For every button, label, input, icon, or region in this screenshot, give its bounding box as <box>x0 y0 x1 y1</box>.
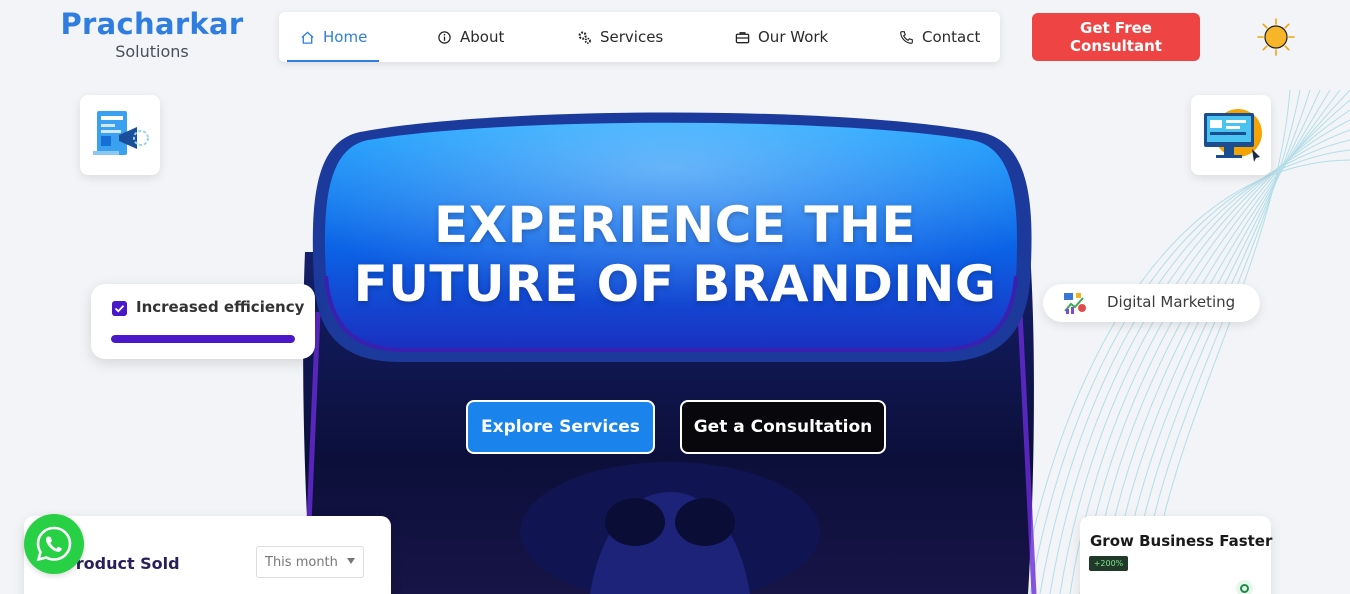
briefcase-icon <box>735 31 750 43</box>
marketing-illustration-card <box>80 95 160 175</box>
growth-badge: +200% <box>1089 556 1128 571</box>
brand-logo[interactable]: Pracharkar Solutions <box>52 6 252 62</box>
digital-marketing-label: Digital Marketing <box>1107 293 1236 311</box>
info-icon <box>438 30 451 44</box>
whatsapp-chat-button[interactable] <box>24 514 84 574</box>
nav-label-our-work: Our Work <box>758 28 829 46</box>
gears-icon <box>578 31 591 44</box>
digital-marketing-pill: Digital Marketing <box>1043 284 1260 322</box>
grow-business-card: Grow Business Faster +200% <box>1080 516 1273 594</box>
desktop-monitor-icon <box>1204 109 1262 162</box>
sun-icon[interactable] <box>1256 17 1296 57</box>
efficiency-card: Increased efficiency <box>91 284 315 359</box>
efficiency-label: Increased efficiency <box>136 298 305 316</box>
nav-label-home: Home <box>323 28 368 46</box>
phone-icon <box>900 30 913 44</box>
desktop-illustration-card <box>1191 95 1271 175</box>
web-marketing-icon <box>93 111 149 155</box>
period-select-value: This month <box>265 554 338 570</box>
chevron-down-icon <box>347 558 355 564</box>
period-select[interactable]: This month <box>256 546 364 578</box>
efficiency-progress-fill <box>111 335 295 343</box>
hero-title-line-2: FUTURE OF BRANDING <box>353 255 997 313</box>
grow-business-title: Grow Business Faster <box>1090 532 1273 550</box>
digital-marketing-icon <box>1064 293 1086 314</box>
vr-headset-image <box>303 112 1037 594</box>
home-icon <box>301 30 314 44</box>
whatsapp-icon <box>36 526 72 562</box>
efficiency-progress-bar <box>111 335 295 343</box>
get-free-consultant-button[interactable]: Get Free Consultant <box>1032 13 1200 61</box>
nav-item-our-work[interactable]: Our Work <box>735 12 828 62</box>
main-nav: Home About Services Our Work Contact <box>279 12 1000 62</box>
nav-label-services: Services <box>600 28 664 46</box>
hero-title-line-1: EXPERIENCE THE <box>434 196 916 254</box>
product-sold-title: Product Sold <box>64 554 180 573</box>
nav-item-about[interactable]: About <box>437 12 504 62</box>
brand-name: Pracharkar <box>60 7 244 41</box>
nav-label-about: About <box>460 28 505 46</box>
explore-services-button[interactable]: Explore Services <box>466 400 655 454</box>
checkbox-checked-icon <box>112 301 127 316</box>
nav-label-contact: Contact <box>922 28 981 46</box>
get-consultation-button[interactable]: Get a Consultation <box>680 400 886 454</box>
nav-item-contact[interactable]: Contact <box>899 12 980 62</box>
brand-tagline: Solutions <box>115 42 189 61</box>
nav-item-home[interactable]: Home <box>286 12 380 62</box>
nav-item-services[interactable]: Services <box>577 12 663 62</box>
hero-title: EXPERIENCE THE FUTURE OF BRANDING <box>330 196 1020 314</box>
status-dot-icon <box>1236 580 1253 594</box>
